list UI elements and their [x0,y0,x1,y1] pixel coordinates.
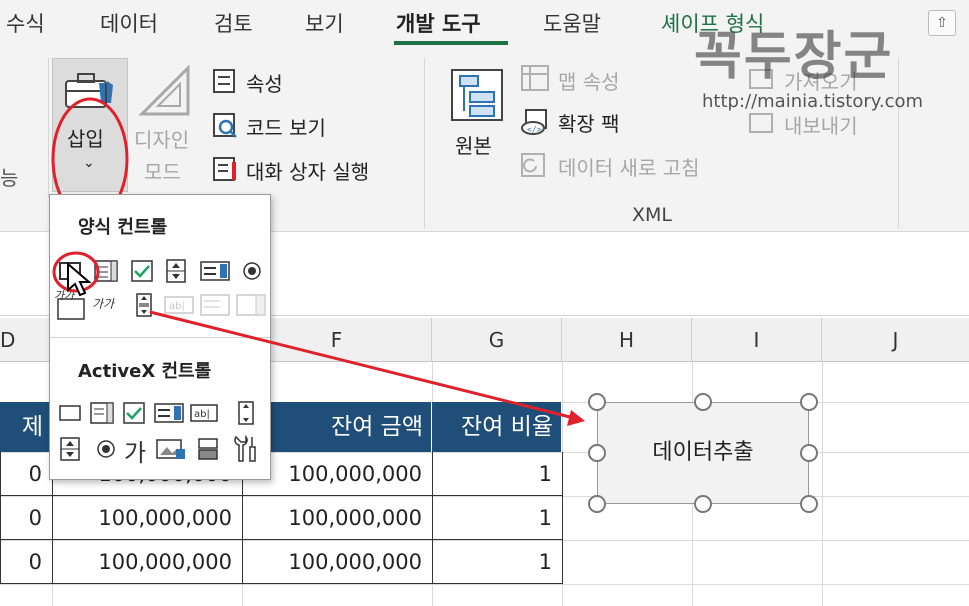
table-cell[interactable]: 100,000,000 [242,540,433,584]
xml-group-label: XML [632,204,672,226]
insert-controls-dropdown: 양식 컨트롤 가가 가가 ab| ActiveX 컨트롤 ab| 가 [49,194,271,480]
tab-review[interactable]: 검토 [214,8,253,38]
form-option-button-icon[interactable] [240,259,264,283]
table-cell[interactable]: 1 [432,540,563,584]
resize-handle[interactable] [694,393,712,411]
column-header-i[interactable]: I [692,318,822,362]
svg-text:ab|: ab| [169,301,185,312]
activex-command-button-icon[interactable] [58,401,82,425]
refresh-data-button[interactable]: 데이터 새로 고침 [558,152,700,181]
form-controls-title: 양식 컨트롤 [78,217,168,238]
form-spin-button-icon[interactable] [164,259,188,283]
dropdown-divider [50,337,270,338]
map-properties-icon [521,65,549,91]
tab-formulas[interactable]: 수식 [6,8,45,38]
run-dialog-button[interactable]: 대화 상자 실행 [246,156,369,185]
grid-line [0,584,969,585]
run-dialog-icon [213,157,236,181]
data-extract-button[interactable]: 데이터추출 [597,402,809,504]
tab-developer[interactable]: 개발 도구 [396,8,481,38]
column-header-g[interactable]: G [432,318,562,362]
form-list-box-icon[interactable] [200,259,230,283]
watermark-title: 꼭두장군 [694,26,894,87]
tab-view[interactable]: 보기 [305,8,344,38]
properties-icon [213,69,235,93]
activex-checkbox-icon[interactable] [122,401,146,425]
resize-handle[interactable] [694,495,712,513]
activex-image-icon[interactable] [156,437,186,461]
table-header-cell[interactable]: 제 [0,402,52,452]
table-cell[interactable]: 100,000,000 [242,496,433,540]
design-mode-label-1[interactable]: 디자인 [134,124,189,153]
export-icon [749,113,773,133]
activex-label-control[interactable]: 가 [124,433,146,468]
map-properties-button[interactable]: 맵 속성 [558,66,620,95]
svg-text:ab|: ab| [194,409,210,420]
table-header-cell[interactable]: 잔여 비율 [432,402,562,452]
table-cell[interactable]: 0 [0,452,53,496]
activex-list-box-icon[interactable] [154,401,184,425]
form-combo-list-icon[interactable] [200,293,230,317]
source-button[interactable]: 원본 [455,130,492,159]
tab-data[interactable]: 데이터 [100,8,158,38]
activex-controls-title: ActiveX 컨트롤 [78,361,212,382]
activex-toggle-button-icon[interactable] [196,437,220,461]
source-icon [451,69,503,121]
form-combo-dropdown-icon[interactable] [236,293,266,317]
table-cell[interactable]: 100,000,000 [52,496,243,540]
group-divider [48,58,49,198]
tab-help[interactable]: 도움말 [543,8,601,38]
resize-handle[interactable] [588,495,606,513]
watermark-url: http://mainia.tistory.com [702,91,924,112]
refresh-data-icon [521,153,545,177]
form-textfield-icon[interactable]: ab| [164,293,194,317]
column-header-j[interactable]: J [822,318,969,362]
table-cell[interactable]: 100,000,000 [52,540,243,584]
table-cell[interactable]: 1 [432,496,563,540]
table-cell[interactable]: 1 [432,452,563,496]
table-cell[interactable]: 0 [0,540,53,584]
expansion-packs-icon: </> [521,109,547,135]
resize-handle[interactable] [800,495,818,513]
column-header-d[interactable]: D [0,318,52,362]
export-button[interactable]: 내보내기 [784,110,858,139]
activex-spin-button-icon[interactable] [58,437,82,461]
activex-scroll-bar-icon[interactable] [234,401,258,425]
table-cell[interactable]: 0 [0,496,53,540]
form-checkbox-icon[interactable] [130,259,154,283]
grid-line [822,362,823,606]
form-scroll-bar-icon[interactable] [132,293,156,317]
activex-combo-box-icon[interactable] [90,401,114,425]
group-divider [898,58,899,228]
svg-text:</>: </> [527,125,542,134]
resize-handle[interactable] [800,393,818,411]
resize-handle[interactable] [588,444,606,462]
column-header-h[interactable]: H [562,318,692,362]
resize-handle[interactable] [588,393,606,411]
activex-option-button-icon[interactable] [94,437,118,461]
design-mode-icon [138,64,190,116]
design-mode-label-2: 모드 [144,160,181,184]
expansion-packs-button[interactable]: 확장 팩 [558,108,620,137]
view-code-icon [213,113,237,138]
share-icon[interactable]: ⇧ [928,10,956,36]
more-controls-tools-icon[interactable] [230,434,260,463]
mouse-pointer-icon [67,262,92,297]
activex-text-box-icon[interactable]: ab| [190,401,218,425]
partial-label: 능 [0,166,19,190]
resize-handle[interactable] [800,444,818,462]
properties-button[interactable]: 속성 [246,68,283,97]
group-divider [424,58,425,228]
active-tab-indicator [394,41,508,45]
view-code-button[interactable]: 코드 보기 [246,112,326,141]
